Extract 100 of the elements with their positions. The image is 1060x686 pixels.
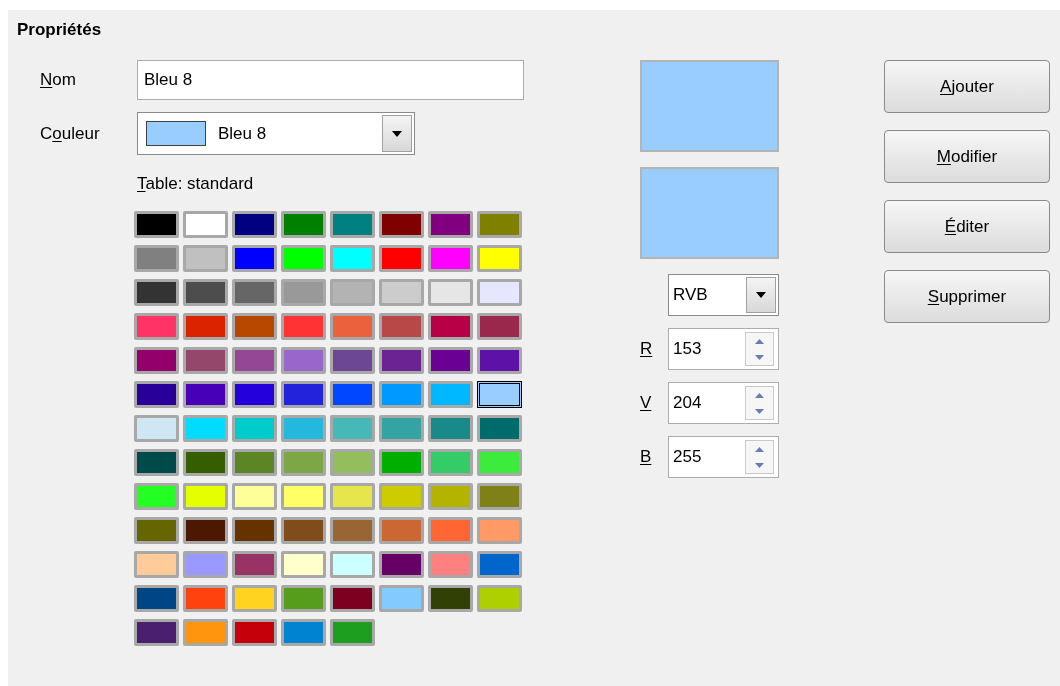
color-swatch[interactable] <box>477 211 522 238</box>
color-swatch[interactable] <box>428 211 473 238</box>
color-swatch[interactable] <box>428 415 473 442</box>
color-swatch[interactable] <box>232 211 277 238</box>
color-swatch[interactable] <box>134 619 179 646</box>
dropdown-button[interactable] <box>382 115 412 152</box>
color-swatch[interactable] <box>232 551 277 578</box>
action-button[interactable]: Ajouter <box>884 60 1050 113</box>
color-swatch[interactable] <box>477 483 522 510</box>
color-swatch[interactable] <box>183 449 228 476</box>
color-swatch[interactable] <box>232 245 277 272</box>
spin-buttons[interactable] <box>745 386 774 420</box>
color-swatch[interactable] <box>183 245 228 272</box>
color-swatch[interactable] <box>379 449 424 476</box>
color-swatch[interactable] <box>281 313 326 340</box>
color-swatch[interactable] <box>183 517 228 544</box>
color-swatch[interactable] <box>477 415 522 442</box>
color-swatch[interactable] <box>281 483 326 510</box>
color-swatch[interactable] <box>134 449 179 476</box>
color-swatch[interactable] <box>330 517 375 544</box>
color-swatch[interactable] <box>134 211 179 238</box>
color-swatch[interactable] <box>232 483 277 510</box>
color-swatch[interactable] <box>330 313 375 340</box>
color-swatch[interactable] <box>428 245 473 272</box>
color-swatch[interactable] <box>330 449 375 476</box>
dropdown-button[interactable] <box>746 277 776 313</box>
color-swatch[interactable] <box>134 381 179 408</box>
color-swatch[interactable] <box>281 551 326 578</box>
color-swatch[interactable] <box>134 551 179 578</box>
action-button[interactable]: Éditer <box>884 200 1050 253</box>
color-swatch[interactable] <box>330 483 375 510</box>
color-swatch[interactable] <box>232 279 277 306</box>
color-swatch[interactable] <box>477 449 522 476</box>
color-swatch[interactable] <box>428 313 473 340</box>
color-swatch[interactable] <box>134 279 179 306</box>
color-swatch[interactable] <box>281 211 326 238</box>
color-swatch[interactable] <box>379 313 424 340</box>
color-swatch[interactable] <box>183 483 228 510</box>
color-swatch[interactable] <box>281 347 326 374</box>
color-swatch[interactable] <box>477 585 522 612</box>
color-swatch[interactable] <box>281 245 326 272</box>
color-swatch[interactable] <box>281 585 326 612</box>
color-swatch[interactable] <box>232 313 277 340</box>
color-swatch[interactable] <box>183 211 228 238</box>
color-swatch[interactable] <box>379 245 424 272</box>
color-swatch[interactable] <box>183 585 228 612</box>
color-swatch[interactable] <box>134 415 179 442</box>
color-swatch[interactable] <box>134 313 179 340</box>
color-swatch[interactable] <box>330 279 375 306</box>
color-swatch[interactable] <box>477 313 522 340</box>
color-swatch[interactable] <box>232 449 277 476</box>
action-button[interactable]: Modifier <box>884 130 1050 183</box>
name-field[interactable]: Bleu 8 <box>137 60 524 100</box>
color-swatch[interactable] <box>330 415 375 442</box>
color-swatch[interactable] <box>183 381 228 408</box>
color-swatch[interactable] <box>281 279 326 306</box>
color-swatch[interactable] <box>232 347 277 374</box>
color-dropdown[interactable]: Bleu 8 <box>137 112 415 155</box>
color-swatch[interactable] <box>281 619 326 646</box>
color-swatch[interactable] <box>379 415 424 442</box>
color-swatch[interactable] <box>379 585 424 612</box>
color-swatch[interactable] <box>428 381 473 408</box>
color-swatch[interactable] <box>134 483 179 510</box>
color-swatch[interactable] <box>183 415 228 442</box>
color-swatch[interactable] <box>330 619 375 646</box>
color-swatch[interactable] <box>428 551 473 578</box>
color-swatch[interactable] <box>379 279 424 306</box>
color-swatch[interactable] <box>330 585 375 612</box>
color-swatch[interactable] <box>232 517 277 544</box>
color-swatch[interactable] <box>379 517 424 544</box>
color-swatch[interactable] <box>232 619 277 646</box>
color-swatch[interactable] <box>232 415 277 442</box>
color-swatch[interactable] <box>428 449 473 476</box>
spin-buttons[interactable] <box>745 332 774 366</box>
color-swatch[interactable] <box>330 211 375 238</box>
spin-field[interactable]: 255 <box>668 436 779 478</box>
color-swatch[interactable] <box>183 279 228 306</box>
color-swatch[interactable] <box>379 551 424 578</box>
color-swatch[interactable] <box>134 245 179 272</box>
color-swatch[interactable] <box>428 279 473 306</box>
color-swatch[interactable] <box>281 381 326 408</box>
color-swatch[interactable] <box>477 381 522 408</box>
spin-field[interactable]: 204 <box>668 382 779 424</box>
color-swatch[interactable] <box>183 619 228 646</box>
color-swatch[interactable] <box>379 211 424 238</box>
color-swatch[interactable] <box>183 313 228 340</box>
color-swatch[interactable] <box>330 381 375 408</box>
color-swatch[interactable] <box>379 347 424 374</box>
color-swatch[interactable] <box>183 347 228 374</box>
color-swatch[interactable] <box>477 279 522 306</box>
color-swatch[interactable] <box>477 517 522 544</box>
action-button[interactable]: Supprimer <box>884 270 1050 323</box>
color-swatch[interactable] <box>477 245 522 272</box>
color-swatch[interactable] <box>134 585 179 612</box>
color-swatch[interactable] <box>428 483 473 510</box>
color-swatch[interactable] <box>281 517 326 544</box>
color-swatch[interactable] <box>428 585 473 612</box>
color-swatch[interactable] <box>232 585 277 612</box>
color-swatch[interactable] <box>379 483 424 510</box>
color-swatch[interactable] <box>134 347 179 374</box>
